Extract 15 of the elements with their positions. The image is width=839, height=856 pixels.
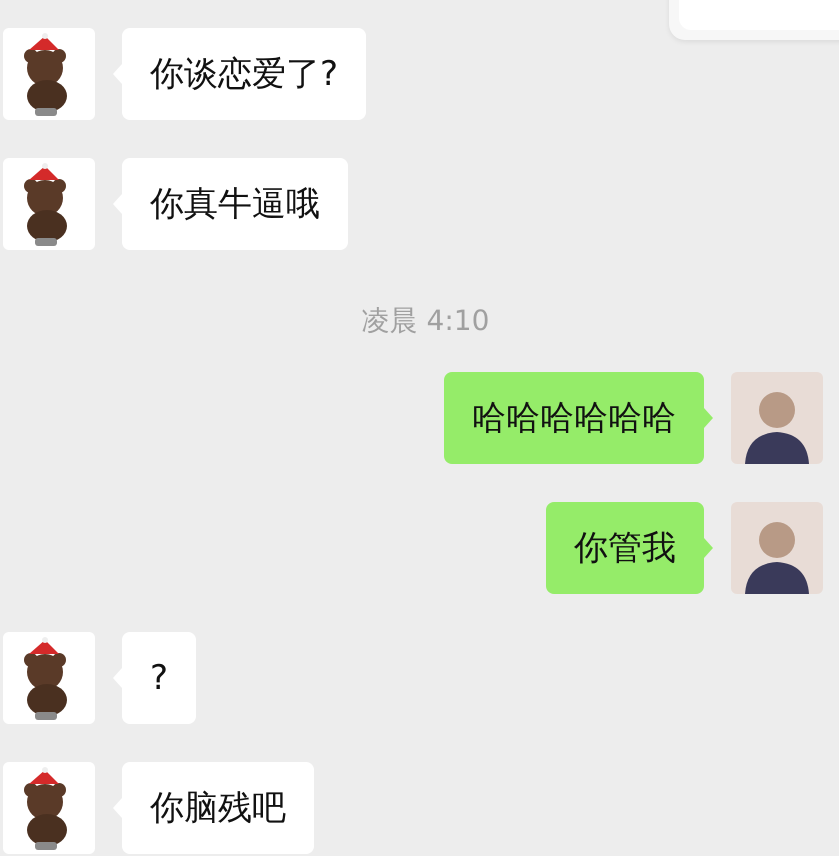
bear-avatar-icon[interactable] xyxy=(3,762,95,854)
bear-avatar-icon[interactable] xyxy=(3,632,95,724)
message-bubble: 你真牛逼哦 xyxy=(122,158,348,250)
bubble-tail xyxy=(704,408,713,428)
message-bubble: 你管我 xyxy=(546,502,704,594)
message-bubble: ? xyxy=(122,632,196,724)
user-avatar-icon[interactable] xyxy=(731,502,823,594)
message-bubble: 你谈恋爱了? xyxy=(122,28,366,120)
bear-avatar-icon[interactable] xyxy=(3,158,95,250)
timestamp: 凌晨 4:10 xyxy=(362,303,490,339)
message-bubble: 哈哈哈哈哈哈 xyxy=(444,372,704,464)
message-bubble: 你脑残吧 xyxy=(122,762,314,854)
bubble-tail xyxy=(704,538,713,558)
bear-avatar-icon[interactable] xyxy=(3,28,95,120)
user-avatar-icon[interactable] xyxy=(731,372,823,464)
